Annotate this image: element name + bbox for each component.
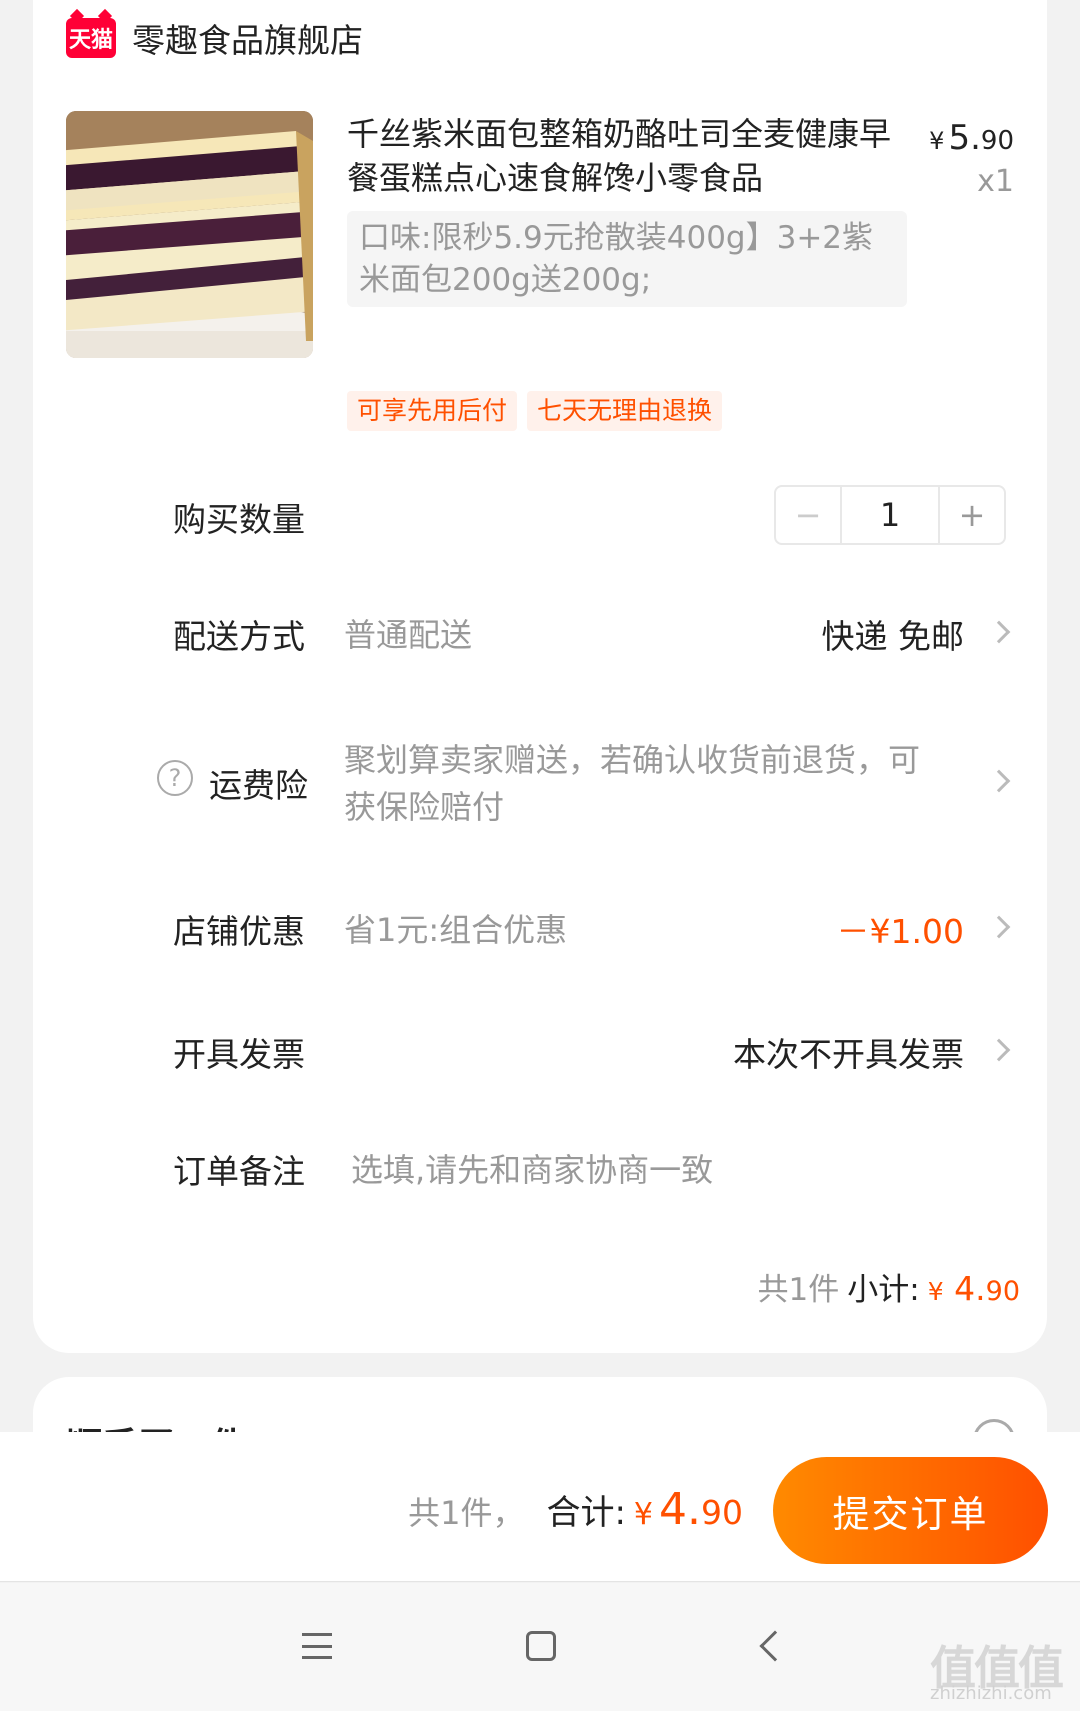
order-note-row: 订单备注 选填,请先和商家协商一致 [33, 1145, 1047, 1205]
shop-discount-sub: 省1元:组合优惠 [344, 911, 568, 949]
invoice-value: 本次不开具发票 [733, 1035, 964, 1074]
quantity-label: 购买数量 [173, 500, 305, 539]
total-label: 合计: [546, 1493, 626, 1533]
total-currency: ¥ [633, 1497, 654, 1532]
quantity-value[interactable]: 1 [840, 487, 940, 543]
subtotal-count: 共1件 [757, 1272, 840, 1308]
product-price: ¥5.90 [929, 118, 1014, 158]
tag-pay-later: 可享先用后付 [347, 391, 518, 431]
quantity-stepper[interactable]: − 1 + [774, 485, 1006, 545]
delivery-label: 配送方式 [173, 617, 305, 656]
system-nav-bar [0, 1583, 1080, 1711]
shop-discount-label: 店铺优惠 [173, 912, 305, 951]
checkout-bar: 共1件， 合计: ¥4.90 提交订单 [0, 1432, 1080, 1582]
price-dec: 90 [980, 126, 1014, 156]
product-quantity: x1 [977, 164, 1014, 199]
subtotal-int: 4. [954, 1269, 986, 1308]
back-icon[interactable] [759, 1630, 791, 1662]
quantity-increase-button[interactable]: + [940, 487, 1004, 543]
service-tags: 可享先用后付 七天无理由退换 [347, 391, 723, 431]
watermark-url: zhizhizhi.com [930, 1683, 1052, 1704]
subtotal: 共1件 小计: ¥ 4.90 [758, 1264, 1020, 1309]
tmall-logo-icon: 天猫 [66, 18, 116, 58]
price-int: 5. [948, 118, 981, 158]
insurance-sub-line1: 聚划算卖家赠送，若确认收货前退货，可 [344, 741, 921, 779]
total-int: 4. [659, 1484, 701, 1535]
shop-discount-value: －¥1.00 [836, 912, 964, 951]
order-note-label: 订单备注 [173, 1152, 305, 1191]
chevron-right-icon [987, 1038, 1011, 1062]
delivery-value: 快递 免邮 [821, 617, 965, 656]
total-dec: 90 [701, 1493, 743, 1532]
shop-header[interactable]: 天猫 零趣食品旗舰店 [66, 14, 363, 62]
insurance-row[interactable]: 运费险 聚划算卖家赠送，若确认收货前退货，可 获保险赔付 [33, 735, 1047, 835]
subtotal-currency: ¥ [927, 1277, 944, 1306]
order-confirm-page: 天猫 零趣食品旗舰店 千丝紫米面包整箱奶酪吐司全麦健康早餐蛋糕点心速食解馋小零食… [0, 0, 1080, 1711]
home-icon[interactable] [526, 1631, 556, 1661]
chevron-right-icon [987, 620, 1011, 644]
product-title[interactable]: 千丝紫米面包整箱奶酪吐司全麦健康早餐蛋糕点心速食解馋小零食品 [347, 112, 907, 200]
shop-name: 零趣食品旗舰店 [132, 21, 363, 60]
total-count: 共1件， [408, 1494, 525, 1532]
product-spec[interactable]: 口味:限秒5.9元抢散装400g】3+2紫米面包200g送200g; [347, 211, 907, 307]
submit-order-button[interactable]: 提交订单 [773, 1457, 1048, 1564]
quantity-decrease-button[interactable]: − [776, 487, 840, 543]
invoice-label: 开具发票 [173, 1035, 305, 1074]
delivery-row[interactable]: 配送方式 普通配送 快递 免邮 [33, 610, 1047, 670]
bread-sandwich-photo-icon [66, 111, 313, 358]
subtotal-dec: 90 [985, 1276, 1020, 1307]
total-amount: ¥4.90 [634, 1484, 743, 1535]
chevron-right-icon [987, 769, 1011, 793]
subtotal-amount: ¥ 4.90 [928, 1269, 1020, 1308]
menu-icon[interactable] [302, 1633, 332, 1659]
order-note-input[interactable]: 选填,请先和商家协商一致 [351, 1145, 713, 1191]
price-currency: ¥ [929, 127, 945, 155]
subtotal-label: 小计: [847, 1272, 920, 1308]
tag-seven-day-return: 七天无理由退换 [527, 391, 723, 431]
insurance-sub-line2: 获保险赔付 [344, 788, 505, 826]
chevron-right-icon [987, 915, 1011, 939]
delivery-sub: 普通配送 [344, 616, 473, 654]
shop-order-card: 天猫 零趣食品旗舰店 千丝紫米面包整箱奶酪吐司全麦健康早餐蛋糕点心速食解馋小零食… [33, 0, 1047, 1353]
tmall-logo-text: 天猫 [68, 28, 113, 53]
product-image[interactable] [66, 111, 313, 358]
total-summary: 共1件， 合计: ¥4.90 [408, 1484, 743, 1535]
shop-discount-row[interactable]: 店铺优惠 省1元:组合优惠 －¥1.00 [33, 905, 1047, 965]
insurance-label: 运费险 [209, 766, 308, 805]
invoice-row[interactable]: 开具发票 本次不开具发票 [33, 1028, 1047, 1088]
